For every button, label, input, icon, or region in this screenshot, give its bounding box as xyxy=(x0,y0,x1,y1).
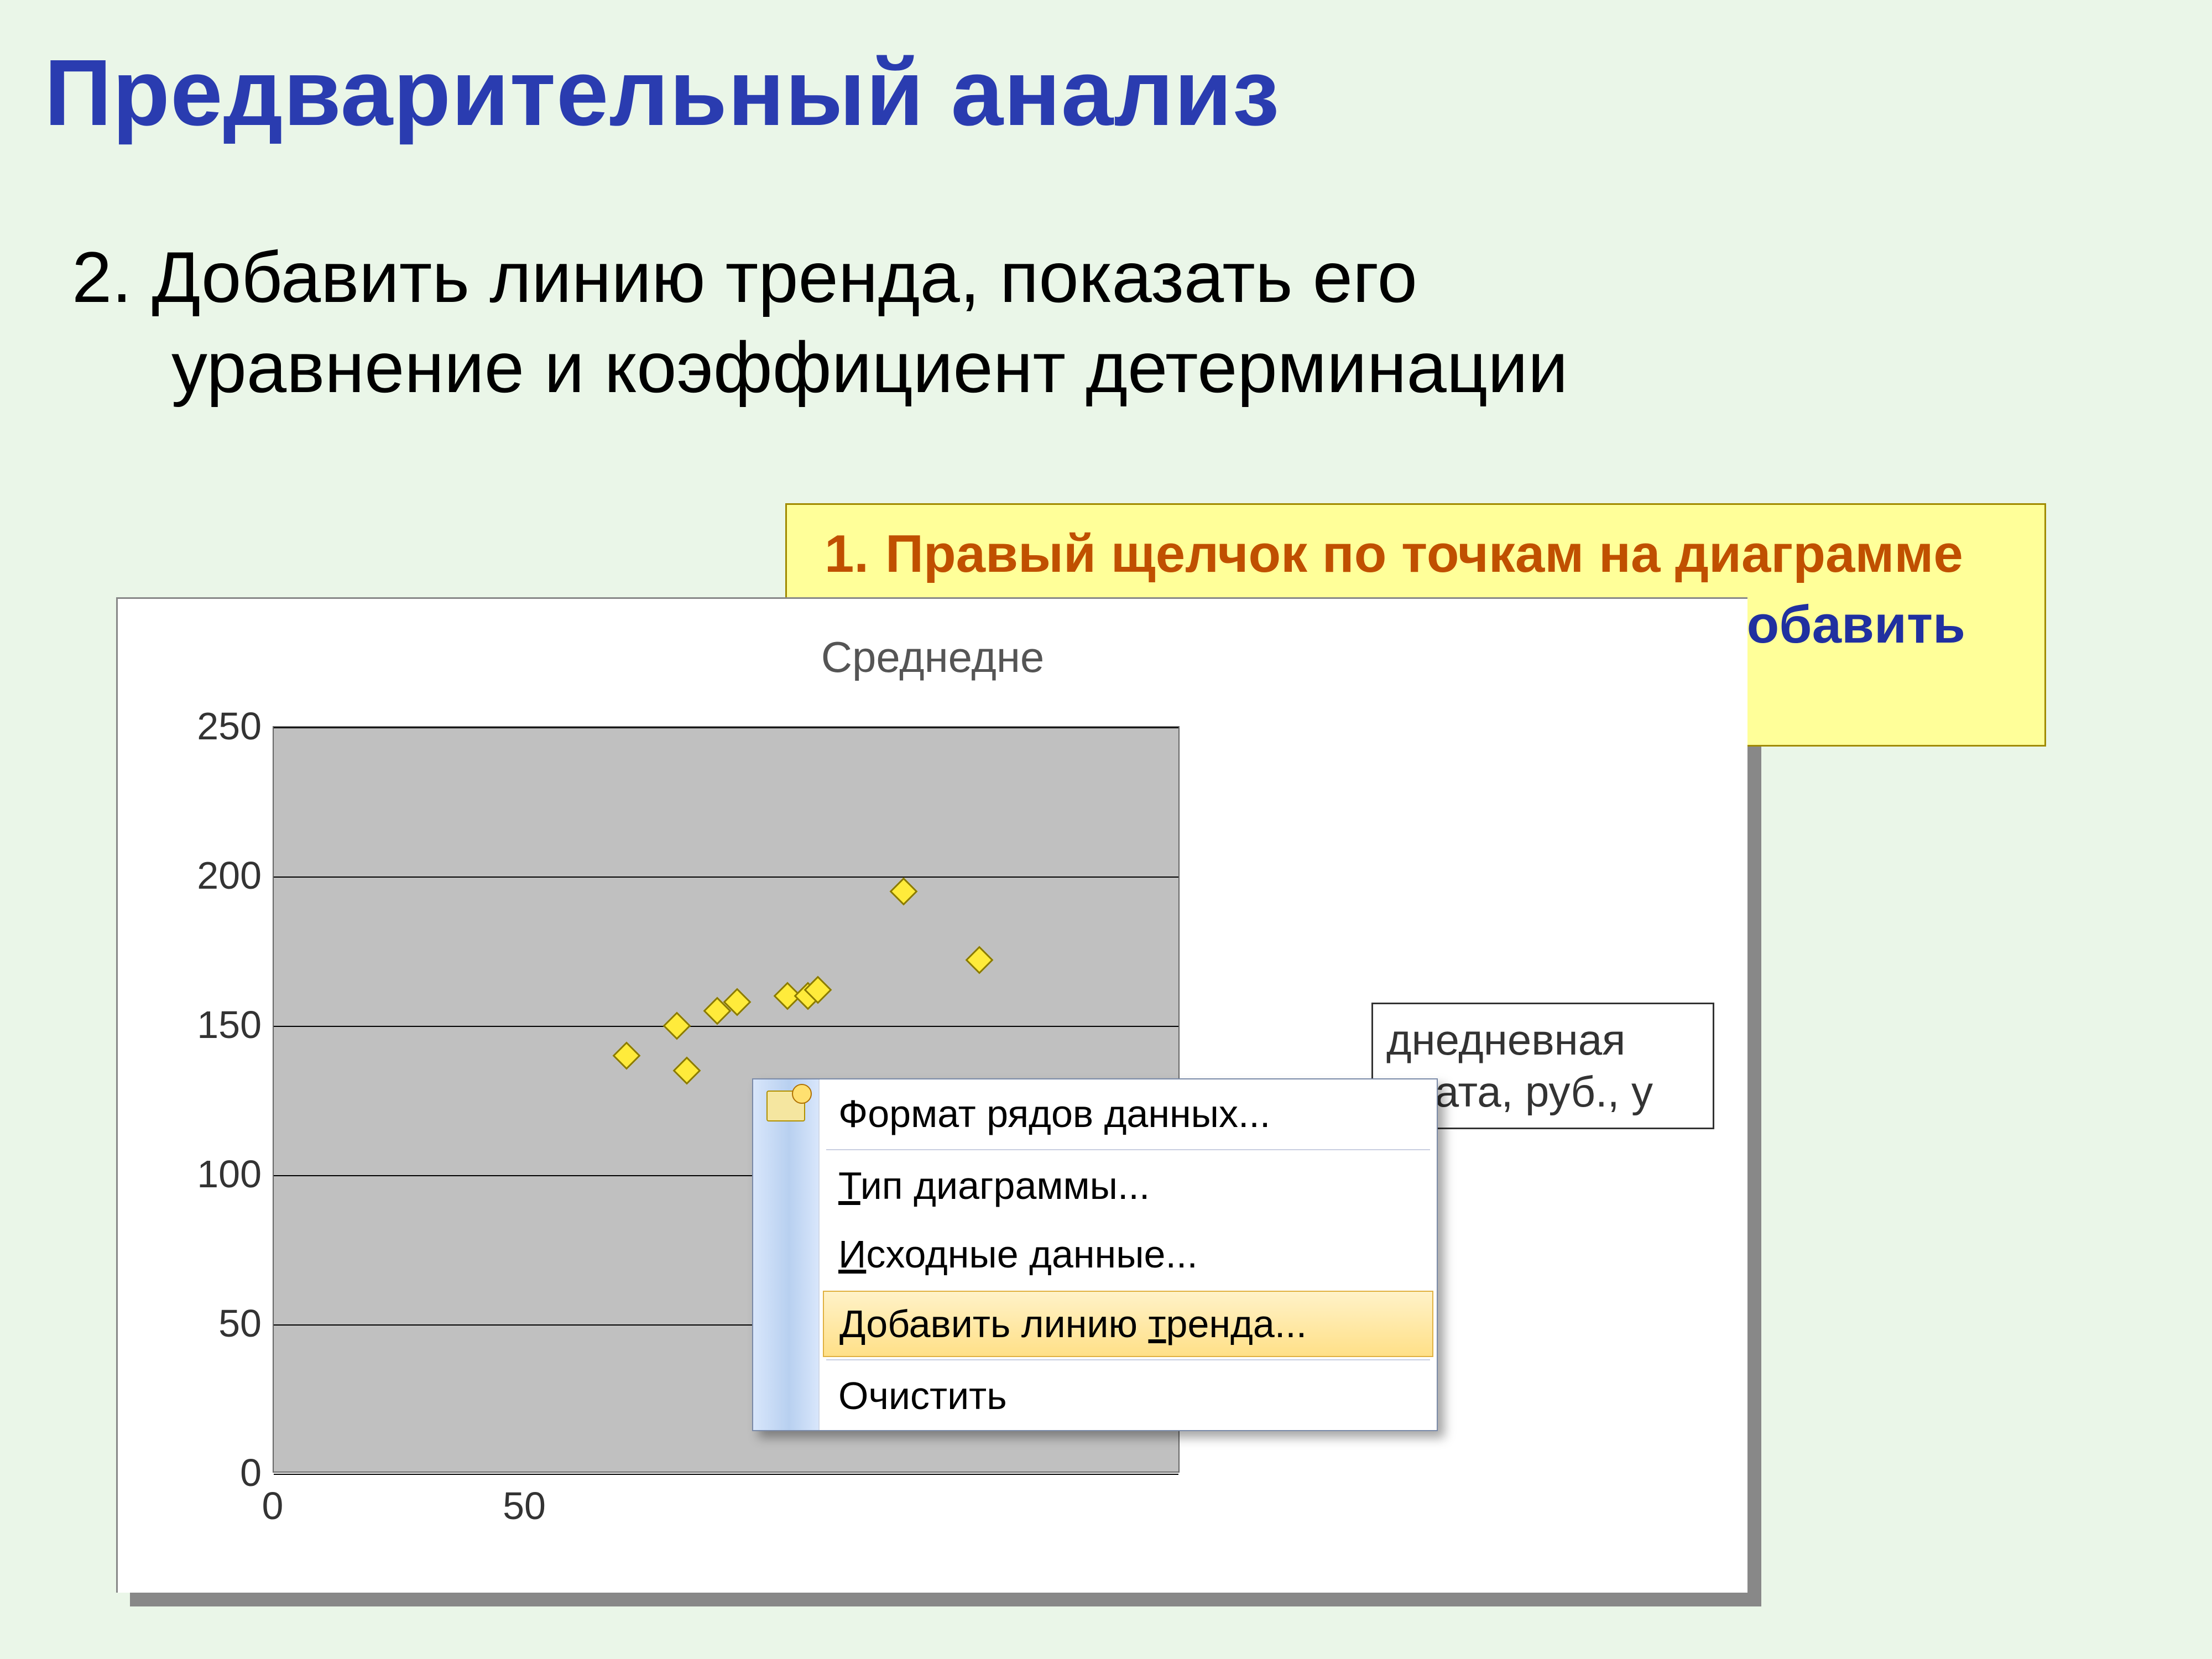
y-tick-label: 50 xyxy=(190,1301,262,1345)
callout-text: Правый щелчок по точкам на диаграмме xyxy=(885,524,1963,583)
menu-mnemonic: И xyxy=(838,1233,866,1276)
x-tick-label: 0 xyxy=(262,1484,284,1528)
menu-mnemonic: Т xyxy=(838,1164,860,1207)
y-tick-label: 0 xyxy=(190,1451,262,1495)
gridline-h xyxy=(274,1026,1178,1027)
y-tick-label: 150 xyxy=(190,1003,262,1047)
context-menu: Формат рядов данных... Тип диаграммы... … xyxy=(752,1078,1438,1431)
data-point[interactable] xyxy=(612,1042,640,1070)
menu-item-chart-type[interactable]: Тип диаграммы... xyxy=(820,1151,1437,1220)
instruction-text: 2. Добавить линию тренда, показать его у… xyxy=(72,232,2146,412)
callout-item-1: 1. Правый щелчок по точкам на диаграмме xyxy=(802,524,2029,585)
gridline-h xyxy=(274,727,1178,728)
y-tick-label: 200 xyxy=(190,853,262,898)
menu-label-rest: ренда... xyxy=(1166,1302,1307,1345)
menu-label-rest: ип диаграммы... xyxy=(860,1164,1150,1207)
legend-line: днедневная xyxy=(1386,1014,1699,1066)
context-menu-icon-strip xyxy=(753,1079,820,1430)
y-tick-label: 100 xyxy=(190,1152,262,1196)
chart-title: Среднедне xyxy=(118,632,1747,682)
instruction-line-1: 2. Добавить линию тренда, показать его xyxy=(72,237,1417,317)
callout-number: 1. xyxy=(802,524,869,585)
context-menu-items: Формат рядов данных... Тип диаграммы... … xyxy=(820,1079,1437,1430)
menu-item-format-data-series[interactable]: Формат рядов данных... xyxy=(820,1079,1437,1148)
menu-item-add-trendline[interactable]: Добавить линию тренда... xyxy=(823,1291,1433,1357)
gridline-h xyxy=(274,877,1178,878)
data-point[interactable] xyxy=(889,878,917,906)
menu-mnemonic: т xyxy=(1148,1302,1166,1345)
menu-separator xyxy=(826,1149,1430,1150)
y-tick-label: 250 xyxy=(190,704,262,748)
format-series-icon xyxy=(766,1091,805,1121)
menu-item-source-data[interactable]: Исходные данные... xyxy=(820,1220,1437,1288)
x-tick-label: 50 xyxy=(503,1484,546,1528)
data-point[interactable] xyxy=(662,1012,691,1040)
instruction-line-2: уравнение и коэффициент детерминации xyxy=(72,322,2146,413)
menu-item-clear[interactable]: Очистить xyxy=(820,1361,1437,1430)
page-title: Предварительный анализ xyxy=(44,39,1280,147)
menu-label-rest: сходные данные... xyxy=(866,1233,1197,1276)
data-point[interactable] xyxy=(673,1057,701,1085)
menu-separator xyxy=(826,1359,1430,1360)
data-point[interactable] xyxy=(965,946,993,974)
gridline-h xyxy=(274,1474,1178,1475)
menu-label-pre: Добавить линию xyxy=(839,1302,1148,1345)
